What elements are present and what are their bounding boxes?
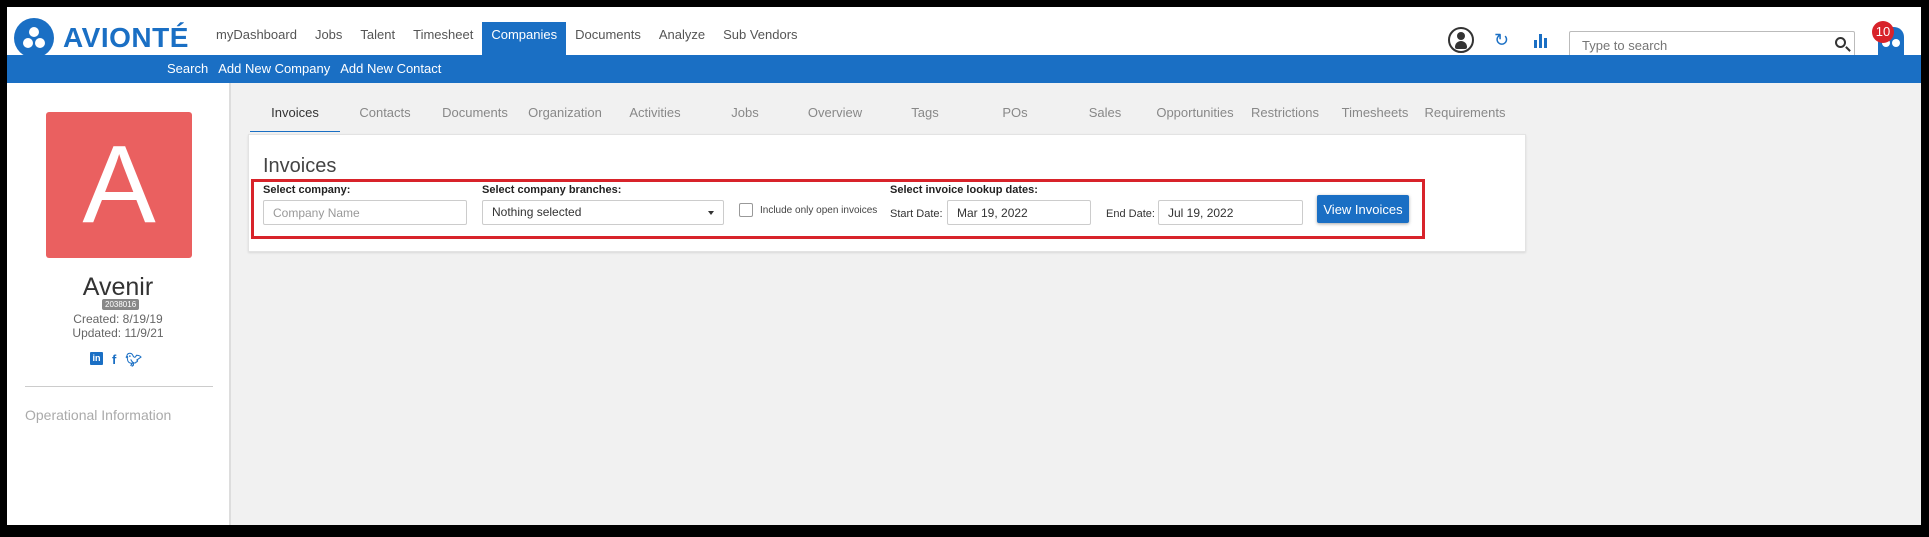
tab-organization[interactable]: Organization — [520, 105, 610, 132]
chevron-down-icon — [708, 211, 714, 215]
logo[interactable]: AVIONTÉ — [14, 18, 189, 58]
linkedin-icon[interactable]: in — [90, 352, 103, 365]
tab-restrictions[interactable]: Restrictions — [1240, 105, 1330, 132]
end-date-input[interactable] — [1158, 200, 1303, 225]
sidebar-divider — [25, 386, 213, 387]
tab-tags[interactable]: Tags — [880, 105, 970, 132]
company-branches-select[interactable]: Nothing selected — [482, 200, 724, 225]
tab-sales[interactable]: Sales — [1060, 105, 1150, 132]
refresh-icon[interactable]: ↻ — [1494, 31, 1512, 49]
end-date-label: End Date: — [1106, 208, 1155, 220]
subnav-add-new-company[interactable]: Add New Company — [213, 55, 335, 83]
open-invoices-checkbox[interactable] — [739, 203, 753, 217]
invoices-title: Invoices — [263, 155, 337, 177]
tab-overview[interactable]: Overview — [790, 105, 880, 132]
tab-activities[interactable]: Activities — [610, 105, 700, 132]
updated-date: Updated: 11/9/21 — [72, 326, 164, 340]
operational-information-heading[interactable]: Operational Information — [25, 407, 171, 423]
subnav-add-new-contact[interactable]: Add New Contact — [335, 55, 446, 83]
facebook-icon[interactable]: f — [112, 352, 116, 368]
company-tabs: Invoices Contacts Documents Organization… — [250, 105, 1510, 132]
company-name-input[interactable] — [263, 200, 467, 225]
tab-documents[interactable]: Documents — [430, 105, 520, 132]
start-date-label: Start Date: — [890, 208, 943, 220]
tab-pos[interactable]: POs — [970, 105, 1060, 132]
company-avatar: A — [46, 112, 192, 258]
user-profile-icon[interactable] — [1448, 27, 1474, 53]
company-sidebar: A Avenir 2038016 Created: 8/19/19 Update… — [7, 83, 231, 525]
tab-opportunities[interactable]: Opportunities — [1150, 105, 1240, 132]
tab-requirements[interactable]: Requirements — [1420, 105, 1510, 132]
sub-nav: Search Add New Company Add New Contact — [7, 55, 1921, 83]
company-branches-label: Select company branches: — [482, 184, 622, 196]
app-window: AVIONTÉ myDashboard Jobs Talent Timeshee… — [7, 7, 1921, 525]
tab-timesheets[interactable]: Timesheets — [1330, 105, 1420, 132]
company-name: Avenir — [82, 273, 154, 301]
tab-invoices[interactable]: Invoices — [250, 105, 340, 132]
company-id-badge: 2038016 — [102, 299, 140, 310]
tab-jobs[interactable]: Jobs — [700, 105, 790, 132]
subnav-search[interactable]: Search — [162, 55, 213, 83]
global-search — [1569, 31, 1855, 58]
avionte-logo-icon — [14, 18, 54, 58]
notification-count-badge: 10 — [1872, 21, 1894, 43]
created-date: Created: 8/19/19 — [73, 312, 163, 326]
social-links: in f 🐦︎ — [90, 352, 142, 368]
company-branches-value: Nothing selected — [492, 205, 582, 219]
lookup-dates-label: Select invoice lookup dates: — [890, 184, 1038, 196]
view-invoices-button[interactable]: View Invoices — [1317, 195, 1409, 223]
tab-contacts[interactable]: Contacts — [340, 105, 430, 132]
twitter-icon[interactable]: 🐦︎ — [125, 352, 142, 368]
open-invoices-label: Include only open invoices — [760, 205, 878, 216]
start-date-input[interactable] — [947, 200, 1091, 225]
select-company-label: Select company: — [263, 184, 351, 196]
bar-chart-icon[interactable] — [1534, 32, 1550, 48]
logo-text: AVIONTÉ — [63, 22, 189, 53]
search-icon[interactable] — [1835, 37, 1846, 48]
